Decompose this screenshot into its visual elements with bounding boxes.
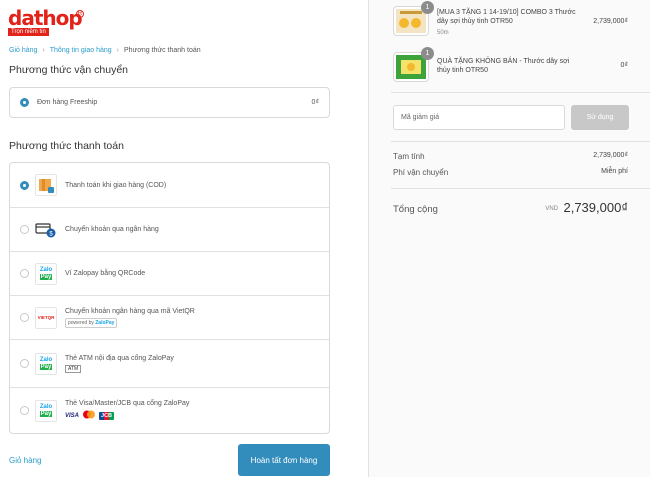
chevron-right-icon: › (42, 47, 45, 54)
divider (391, 92, 650, 93)
product-variant: 50m (437, 30, 449, 36)
product-name: QUÀ TẶNG KHÔNG BÁN - Thước dây sợi thủy … (437, 58, 570, 74)
powered-by-brand: ZaloPay (95, 319, 115, 326)
zalopay-icon: Zalo Pay (35, 399, 57, 422)
shipping-fee-label: Phí vận chuyển (393, 168, 449, 177)
shipping-method-title: Phương thức vận chuyển (9, 64, 129, 76)
bank-transfer-icon: $ (35, 219, 57, 241)
atm-card-icon: ATM (65, 364, 82, 373)
powered-by-text: powered by (68, 319, 94, 326)
payment-option-bank[interactable]: $ Chuyển khoản qua ngân hàng (10, 207, 329, 251)
product-thumbnail: 1 (393, 47, 434, 82)
zalopay-icon: Zalo Pay (35, 262, 57, 285)
divider (391, 188, 650, 189)
discount-code-input[interactable]: Mã giảm giá (393, 105, 565, 130)
payment-label-atm: Thẻ ATM nội địa qua cổng ZaloPay (65, 354, 174, 362)
payment-methods-list: Thanh toán khi giao hàng (COD) $ Chuyển … (9, 162, 330, 434)
payment-label-zalopay-qr: Ví Zalopay bằng QRCode (65, 270, 146, 277)
payment-option-cod[interactable]: Thanh toán khi giao hàng (COD) (10, 163, 329, 207)
chevron-right-icon: › (116, 47, 119, 54)
breadcrumb-payment: Phương thức thanh toán (124, 47, 201, 54)
payment-label-cod: Thanh toán khi giao hàng (COD) (65, 181, 167, 189)
payment-radio-atm[interactable] (20, 359, 29, 368)
payment-option-vietqr[interactable]: VIETQR Chuyển khoản ngân hàng qua mã Vie… (10, 295, 329, 339)
product-name: [MUA 3 TẶNG 1 14-19/10] COMBO 3 Thước dâ… (437, 9, 576, 25)
payment-label-vietqr: Chuyển khoản ngân hàng qua mã VietQR (65, 307, 195, 315)
breadcrumb-cart[interactable]: Giỏ hàng (9, 47, 37, 54)
order-item: 1 (393, 47, 434, 82)
breadcrumb-shipping-info[interactable]: Thông tin giao hàng (50, 47, 112, 54)
shipping-radio[interactable] (20, 98, 29, 107)
payment-radio-zalopay-qr[interactable] (20, 269, 29, 278)
quantity-badge: 1 (421, 1, 434, 14)
total-label: Tổng cộng (393, 204, 438, 215)
powered-by-zalopay-badge: powered by ZaloPay (65, 317, 118, 328)
product-price: 0₫ (620, 62, 629, 69)
order-item: 1 (393, 1, 434, 36)
payment-method-title: Phương thức thanh toán (9, 140, 124, 152)
vietqr-logo: VIETQR (37, 315, 55, 320)
quantity-badge: 1 (421, 47, 434, 60)
payment-label-card: Thẻ Visa/Master/JCB qua cổng ZaloPay (65, 400, 190, 407)
zalopay-logo-top: Zalo (39, 267, 53, 273)
registered-icon: R (76, 10, 84, 18)
logo-tagline: Trọn niềm tin (8, 28, 49, 36)
zalopay-logo-bottom: Pay (39, 411, 53, 417)
payment-radio-vietqr[interactable] (20, 313, 29, 322)
breadcrumb: Giỏ hàng › Thông tin giao hàng › Phương thức… (9, 47, 201, 54)
payment-label-bank: Chuyển khoản qua ngân hàng (65, 226, 159, 233)
payment-option-card[interactable]: Zalo Pay Thẻ Visa/Master/JCB qua cổng Zal… (10, 387, 329, 433)
mastercard-icon (82, 410, 96, 421)
zalopay-logo-top: Zalo (39, 404, 53, 410)
back-to-cart-link[interactable]: Giỏ hàng (9, 456, 41, 465)
subtotal-value: 2,739,000₫ (593, 152, 628, 159)
shipping-option-label: Đơn hàng Freeship (37, 99, 98, 106)
total-currency: VND (545, 206, 558, 212)
zalopay-logo-bottom: Pay (39, 274, 53, 280)
zalopay-logo-bottom: Pay (39, 364, 53, 370)
vietqr-icon: VIETQR (35, 306, 57, 329)
visa-icon: VISA (65, 412, 80, 419)
product-price: 2,739,000₫ (593, 18, 628, 25)
payment-radio-bank[interactable] (20, 225, 29, 234)
divider (391, 141, 650, 142)
payment-option-zalopay-qr[interactable]: Zalo Pay Ví Zalopay bằng QRCode (10, 251, 329, 295)
checkout-main: dathop R Trọn niềm tin Giỏ hàng › Thông ti… (0, 0, 368, 477)
brand-logo[interactable]: dathop R Trọn niềm tin (8, 8, 88, 38)
order-summary: 1 [MUA 3 TẶNG 1 14-19/10] COMBO 3 Thước … (368, 0, 650, 477)
complete-order-button[interactable]: Hoàn tất đơn hàng (238, 444, 330, 476)
payment-radio-card[interactable] (20, 406, 29, 415)
apply-discount-button[interactable]: Sử dụng (571, 105, 629, 130)
shipping-option[interactable]: Đơn hàng Freeship 0₫ (9, 87, 330, 118)
total-value: 2,739,000₫ (563, 200, 628, 215)
jcb-icon: JCB (99, 411, 115, 420)
cod-box-icon (35, 174, 57, 196)
payment-radio-cod[interactable] (20, 180, 29, 190)
shipping-fee-value: Miễn phí (601, 168, 628, 175)
zalopay-logo-top: Zalo (39, 357, 53, 363)
subtotal-label: Tạm tính (393, 152, 425, 161)
payment-option-atm[interactable]: Zalo Pay Thẻ ATM nội địa qua cổng ZaloPay… (10, 339, 329, 387)
shipping-option-price: 0₫ (311, 99, 320, 106)
product-thumbnail: 1 (393, 1, 434, 36)
zalopay-icon: Zalo Pay (35, 352, 57, 375)
